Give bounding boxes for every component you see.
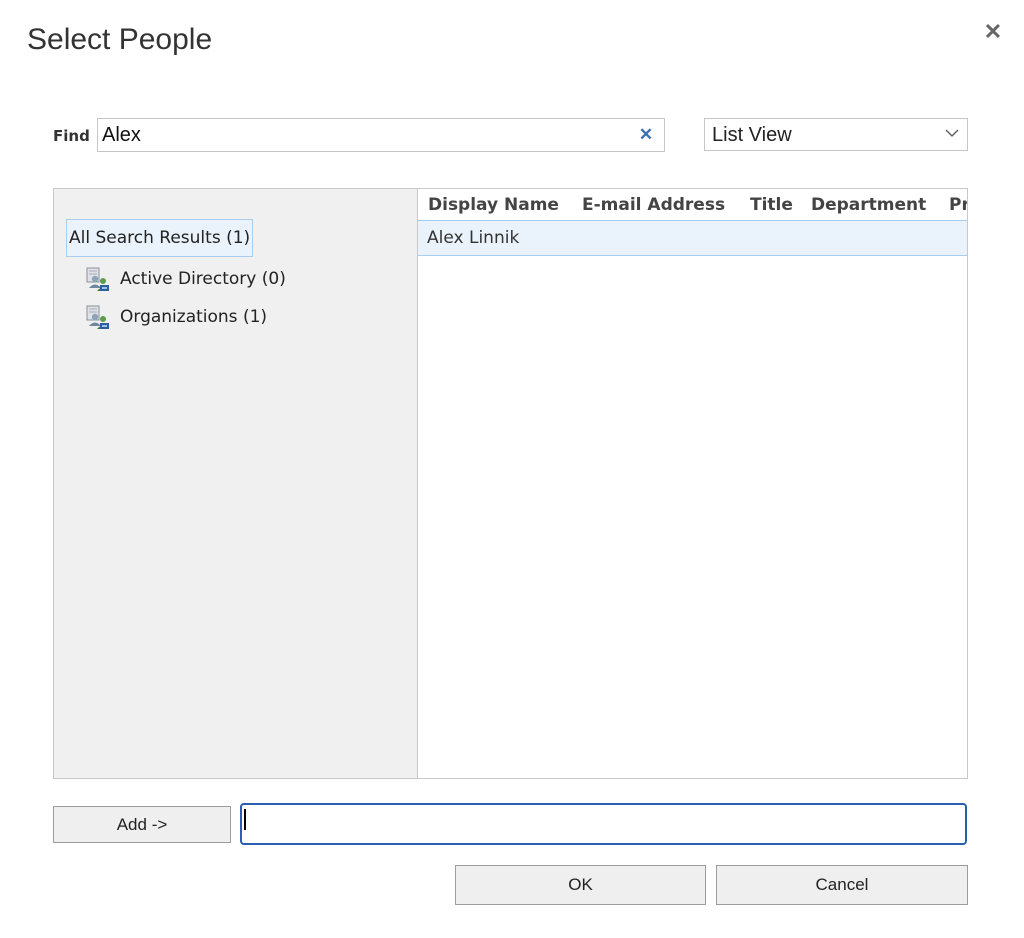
dialog-title: Select People — [27, 23, 213, 56]
tree-item-label: Organizations (1) — [120, 307, 268, 327]
directory-group-icon — [86, 267, 109, 291]
tree-item-label: Active Directory (0) — [120, 269, 286, 289]
view-select-value: List View — [712, 124, 792, 146]
selected-people-input[interactable] — [240, 803, 967, 845]
column-header-display-name[interactable]: Display Name — [428, 195, 559, 215]
find-label: Find — [53, 127, 90, 145]
results-tree: All Search Results (1) Active Directory … — [54, 189, 418, 778]
results-grid: Display Name E-mail Address Title Depart… — [418, 189, 967, 778]
cancel-button[interactable]: Cancel — [716, 865, 968, 905]
directory-group-icon — [86, 305, 109, 329]
close-icon[interactable]: ✕ — [978, 18, 1008, 48]
column-header-department[interactable]: Department — [811, 195, 926, 215]
tree-item-all-search-results[interactable]: All Search Results (1) — [66, 219, 254, 257]
find-input[interactable] — [102, 121, 622, 149]
add-button[interactable]: Add -> — [53, 806, 231, 843]
find-field: ✕ — [97, 118, 665, 152]
table-row[interactable]: Alex Linnik — [418, 220, 967, 256]
grid-header: Display Name E-mail Address Title Depart… — [418, 189, 967, 220]
column-header-title[interactable]: Title — [750, 195, 793, 215]
view-select[interactable]: List View — [704, 118, 968, 151]
text-caret — [244, 809, 246, 830]
tree-item-active-directory[interactable]: Active Directory (0) — [84, 265, 286, 293]
clear-search-icon[interactable]: ✕ — [636, 125, 656, 145]
tree-item-organizations[interactable]: Organizations (1) — [84, 303, 267, 331]
results-panel: All Search Results (1) Active Directory … — [53, 188, 968, 779]
column-header-email[interactable]: E-mail Address — [582, 195, 725, 215]
display-name-cell: Alex Linnik — [427, 228, 520, 248]
chevron-down-icon — [945, 129, 959, 137]
ok-button[interactable]: OK — [455, 865, 706, 905]
column-header-pr[interactable]: Pr — [949, 195, 967, 215]
